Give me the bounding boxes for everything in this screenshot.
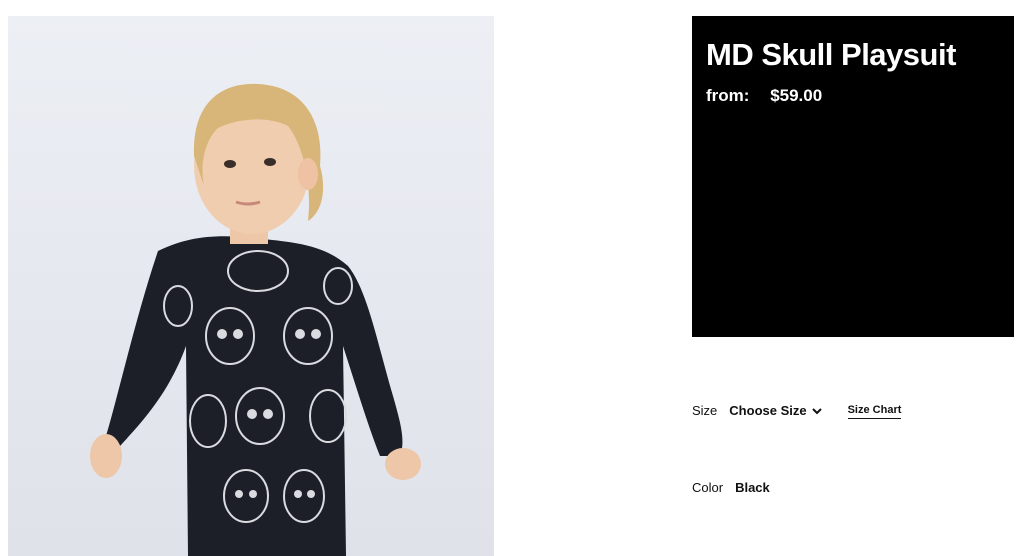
color-value[interactable]: Black — [735, 480, 770, 495]
product-title: MD Skull Playsuit — [706, 37, 956, 72]
chevron-down-icon — [811, 407, 822, 414]
product-price: $59.00 — [770, 86, 823, 105]
product-info-box: MD Skull Playsuit from: $59.00 — [692, 16, 1014, 337]
size-label: Size — [692, 403, 718, 418]
size-select[interactable]: Choose Size — [729, 403, 822, 418]
size-select-value: Choose Size — [729, 403, 807, 418]
size-chart-link[interactable]: Size Chart — [847, 404, 902, 419]
price-prefix: from: — [706, 86, 750, 105]
product-illustration — [90, 83, 421, 556]
size-option-row: Size Choose Size Size Chart — [692, 402, 902, 419]
product-photo — [8, 16, 494, 556]
price-row: from: $59.00 — [706, 86, 1000, 106]
color-label: Color — [692, 480, 724, 495]
color-option-row: Color Black — [692, 480, 770, 495]
